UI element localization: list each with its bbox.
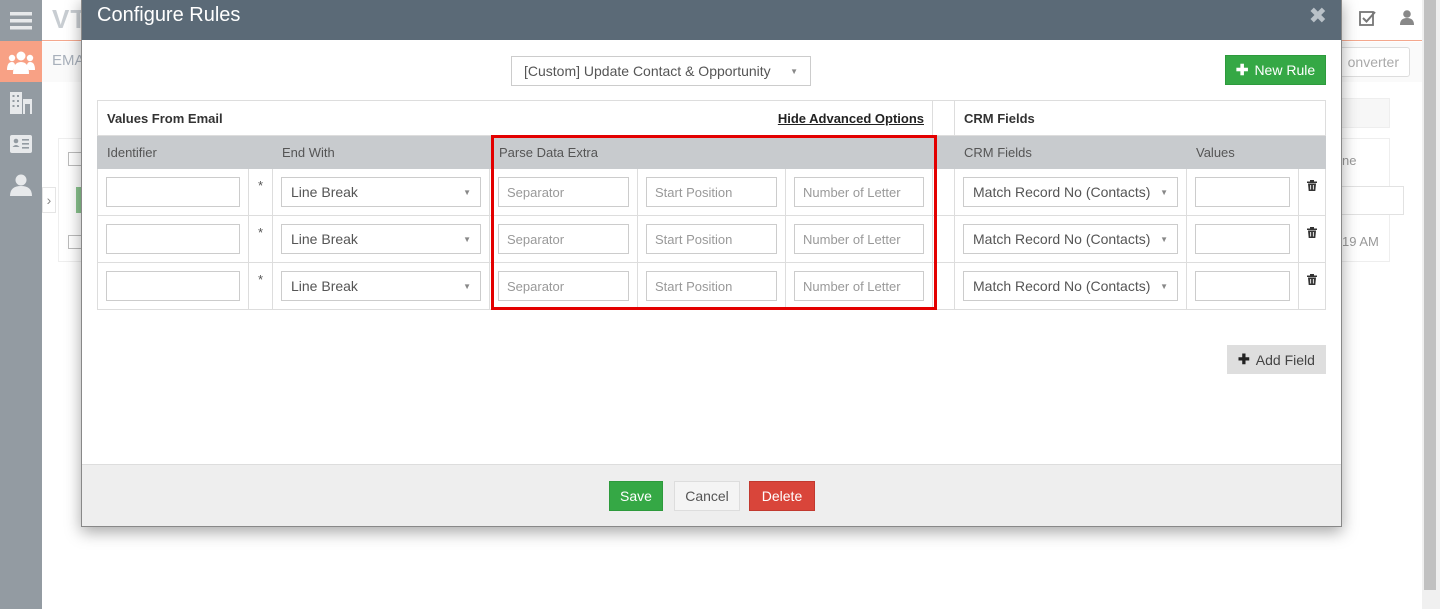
crm-field-value: Match Record No (Contacts): [973, 231, 1151, 247]
caret-down-icon: ▼: [1160, 281, 1168, 291]
end-with-select[interactable]: Line Break ▼: [281, 177, 481, 207]
number-of-letter-input[interactable]: [794, 271, 924, 301]
end-with-value: Line Break: [291, 231, 358, 247]
trash-icon: [1307, 180, 1317, 191]
plus-icon: ✚: [1238, 351, 1250, 367]
identifier-input[interactable]: [106, 271, 240, 301]
building-icon[interactable]: [0, 82, 42, 123]
separator-input[interactable]: [498, 271, 629, 301]
checkbox-tasks-icon[interactable]: [1359, 10, 1376, 32]
caret-down-icon: ▼: [790, 66, 798, 76]
number-of-letter-input[interactable]: [794, 224, 924, 254]
rule-select-value: [Custom] Update Contact & Opportunity: [524, 63, 771, 79]
chevron-right-icon[interactable]: ›: [42, 187, 56, 213]
select-all-checkbox[interactable]: [68, 152, 82, 166]
rule-select[interactable]: [Custom] Update Contact & Opportunity ▼: [511, 56, 811, 86]
identifier-input[interactable]: [106, 224, 240, 254]
caret-down-icon: ▼: [463, 281, 471, 291]
menu-icon[interactable]: [0, 0, 42, 41]
number-of-letter-input[interactable]: [794, 177, 924, 207]
crm-field-select[interactable]: Match Record No (Contacts) ▼: [963, 271, 1178, 301]
value-input[interactable]: [1195, 271, 1290, 301]
id-card-icon[interactable]: [0, 123, 42, 164]
caret-down-icon: ▼: [463, 187, 471, 197]
start-position-input[interactable]: [646, 177, 777, 207]
value-input[interactable]: [1195, 177, 1290, 207]
plus-icon: ✚: [1235, 62, 1249, 79]
column-identifier: Identifier: [97, 135, 249, 169]
value-input[interactable]: [1195, 224, 1290, 254]
sidebar: [0, 0, 42, 609]
hide-advanced-options-link[interactable]: Hide Advanced Options: [778, 111, 924, 126]
start-position-input[interactable]: [646, 271, 777, 301]
user-profile-icon[interactable]: [1400, 10, 1414, 32]
modal-footer: Save Cancel Delete: [82, 464, 1341, 526]
identifier-input[interactable]: [106, 177, 240, 207]
user-icon[interactable]: [0, 164, 42, 205]
required-mark: *: [248, 168, 273, 216]
caret-down-icon: ▼: [463, 234, 471, 244]
modal-title: Configure Rules: [97, 4, 241, 26]
column-parse-data-extra: Parse Data Extra: [489, 135, 933, 169]
end-with-select[interactable]: Line Break ▼: [281, 224, 481, 254]
values-from-email-heading: Values From Email: [97, 100, 490, 136]
crm-fields-heading: CRM Fields: [954, 100, 1326, 136]
trash-icon: [1307, 274, 1317, 285]
end-with-value: Line Break: [291, 278, 358, 294]
separator-input[interactable]: [498, 224, 629, 254]
configure-rules-modal: Configure Rules ✖ [Custom] Update Contac…: [81, 0, 1342, 527]
crm-field-value: Match Record No (Contacts): [973, 184, 1151, 200]
delete-row-button[interactable]: [1298, 168, 1326, 216]
scrollbar-thumb[interactable]: [1424, 0, 1436, 590]
add-field-button[interactable]: ✚ Add Field: [1227, 345, 1326, 374]
delete-button[interactable]: Delete: [749, 481, 815, 511]
column-values: Values: [1186, 135, 1299, 169]
close-icon[interactable]: ✖: [1309, 3, 1327, 29]
new-rule-button[interactable]: ✚ New Rule: [1225, 55, 1326, 85]
start-position-input[interactable]: [646, 224, 777, 254]
end-with-value: Line Break: [291, 184, 358, 200]
cancel-button[interactable]: Cancel: [674, 481, 740, 511]
column-crm-fields: CRM Fields: [954, 135, 1187, 169]
new-rule-label: New Rule: [1254, 62, 1316, 78]
delete-row-button[interactable]: [1298, 215, 1326, 263]
modal-header: Configure Rules ✖: [82, 0, 1341, 40]
required-mark: *: [248, 215, 273, 263]
caret-down-icon: ▼: [1160, 187, 1168, 197]
rule-row: * Line Break ▼ Match Record No (Contacts)…: [97, 168, 1326, 216]
group-header-row: Values From Email Hide Advanced Options …: [97, 100, 1326, 136]
column-end-with: End With: [272, 135, 490, 169]
trash-icon: [1307, 227, 1317, 238]
column-header-fragment: ne: [1342, 153, 1357, 168]
rules-table: Values From Email Hide Advanced Options …: [97, 100, 1326, 310]
separator-input[interactable]: [498, 177, 629, 207]
column-header-row: Identifier End With Parse Data Extra CRM…: [97, 135, 1326, 169]
crm-field-value: Match Record No (Contacts): [973, 278, 1151, 294]
crm-field-select[interactable]: Match Record No (Contacts) ▼: [963, 224, 1178, 254]
time-cell: 19 AM: [1342, 234, 1379, 249]
caret-down-icon: ▼: [1160, 234, 1168, 244]
contacts-group-icon[interactable]: [0, 41, 42, 82]
add-field-label: Add Field: [1255, 351, 1315, 368]
row-checkbox[interactable]: [68, 235, 82, 249]
page-scrollbar[interactable]: [1422, 0, 1440, 609]
end-with-select[interactable]: Line Break ▼: [281, 271, 481, 301]
save-button[interactable]: Save: [609, 481, 663, 511]
crm-field-select[interactable]: Match Record No (Contacts) ▼: [963, 177, 1178, 207]
rule-row: * Line Break ▼ Match Record No (Contacts)…: [97, 215, 1326, 263]
delete-row-button[interactable]: [1298, 262, 1326, 310]
rule-row: * Line Break ▼ Match Record No (Contacts)…: [97, 262, 1326, 310]
required-mark: *: [248, 262, 273, 310]
